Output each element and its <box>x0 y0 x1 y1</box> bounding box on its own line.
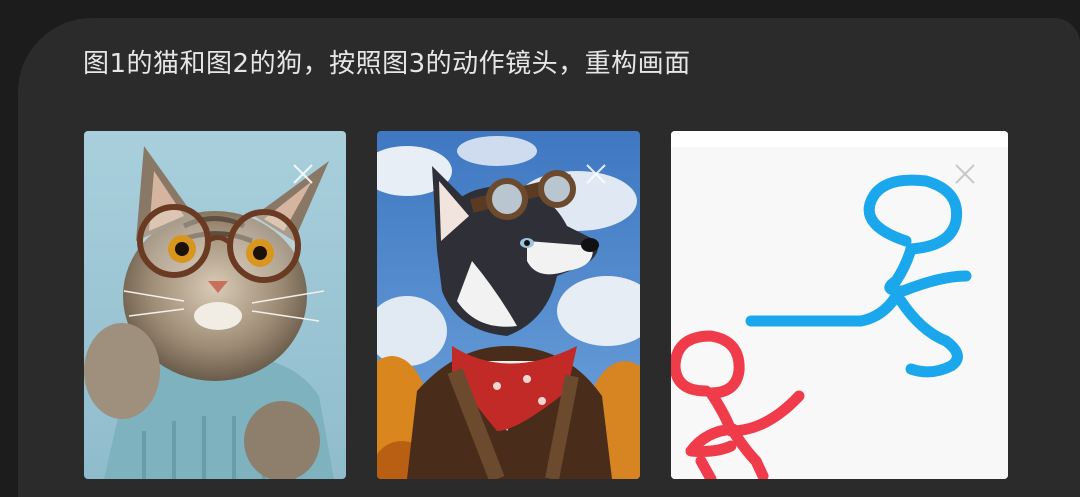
close-icon[interactable] <box>952 161 978 187</box>
close-icon[interactable] <box>290 161 316 187</box>
prompt-text[interactable]: 图1的猫和图2的狗，按照图3的动作镜头，重构画面 <box>83 45 691 83</box>
reference-image-dog[interactable] <box>377 131 640 479</box>
reference-image-sketch[interactable] <box>671 131 1008 479</box>
reference-image-cat[interactable] <box>84 131 346 479</box>
close-icon[interactable] <box>583 161 609 187</box>
page: 图1的猫和图2的狗，按照图3的动作镜头，重构画面 <box>0 0 1080 497</box>
